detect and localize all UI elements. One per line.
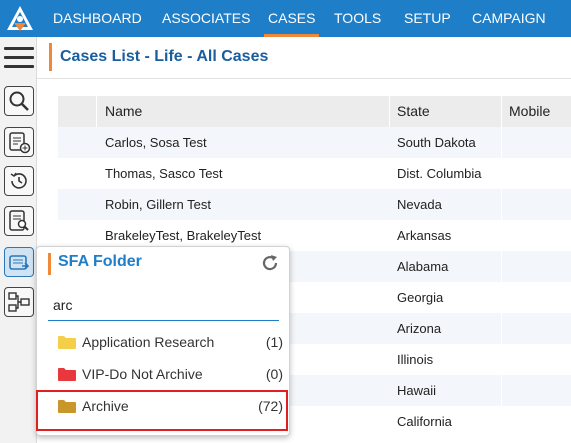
cell-state: Alabama <box>397 259 449 274</box>
table-row[interactable]: Robin, Gillern Test Nevada <box>58 189 571 220</box>
history-icon[interactable] <box>4 166 34 196</box>
nav-setup[interactable]: SETUP <box>404 0 451 37</box>
cell-state: Nevada <box>397 197 442 212</box>
column-header-state[interactable]: State <box>397 96 430 127</box>
cell-state: Hawaii <box>397 383 437 398</box>
cell-name[interactable]: Carlos, Sosa Test <box>105 127 207 158</box>
folder-icon <box>58 368 76 381</box>
nav-dashboard[interactable]: DASHBOARD <box>53 0 142 37</box>
cell-state: Illinois <box>397 352 434 367</box>
nav-campaign[interactable]: CAMPAIGN <box>472 0 546 37</box>
cell-state: Arizona <box>397 321 442 336</box>
archive-highlight-box <box>36 390 288 431</box>
table-row[interactable]: Carlos, Sosa Test South Dakota <box>58 127 571 158</box>
folder-item-application-research[interactable]: Application Research (1) <box>37 327 289 357</box>
folder-icon <box>58 336 76 349</box>
page-title: Cases List - Life - All Cases <box>60 48 269 65</box>
popup-title: SFA Folder <box>58 253 142 270</box>
cell-state: Georgia <box>397 290 444 305</box>
nav-tools[interactable]: TOOLS <box>334 0 381 37</box>
column-separator <box>501 96 502 127</box>
workflow-icon[interactable] <box>4 287 34 317</box>
new-document-icon[interactable] <box>4 127 34 157</box>
popup-accent <box>48 253 51 275</box>
refresh-icon[interactable] <box>260 253 280 273</box>
table-header: Name State Mobile <box>58 96 571 127</box>
cell-state: Arkansas <box>397 228 452 243</box>
folder-label: VIP-Do Not Archive <box>82 366 203 382</box>
cell-state: South Dakota <box>397 135 476 150</box>
nav-associates[interactable]: ASSOCIATES <box>162 0 250 37</box>
search-icon[interactable] <box>4 86 34 116</box>
nav-cases[interactable]: CASES <box>263 0 320 37</box>
app-logo-icon[interactable] <box>4 3 36 34</box>
column-header-mobile[interactable]: Mobile <box>509 96 550 127</box>
sfa-folder-icon[interactable] <box>4 247 34 277</box>
folder-search-input[interactable] <box>48 289 279 321</box>
cell-state: California <box>397 414 452 429</box>
cell-name[interactable]: Thomas, Sasco Test <box>105 158 223 189</box>
folder-item-vip-do-not-archive[interactable]: VIP-Do Not Archive (0) <box>37 359 289 389</box>
top-nav-bar: DASHBOARD ASSOCIATES CASES TOOLS SETUP C… <box>0 0 571 37</box>
title-accent <box>49 43 52 71</box>
column-separator <box>389 96 390 127</box>
folder-label: Application Research <box>82 334 215 350</box>
column-header-name[interactable]: Name <box>105 96 142 127</box>
folder-count: (0) <box>265 366 283 382</box>
column-separator <box>96 96 97 127</box>
cell-state: Dist. Columbia <box>397 166 482 181</box>
cell-name[interactable]: Robin, Gillern Test <box>105 189 211 220</box>
table-row[interactable]: Thomas, Sasco Test Dist. Columbia <box>58 158 571 189</box>
document-search-icon[interactable] <box>4 206 34 236</box>
folder-count: (1) <box>265 334 283 350</box>
menu-icon[interactable] <box>4 44 34 72</box>
